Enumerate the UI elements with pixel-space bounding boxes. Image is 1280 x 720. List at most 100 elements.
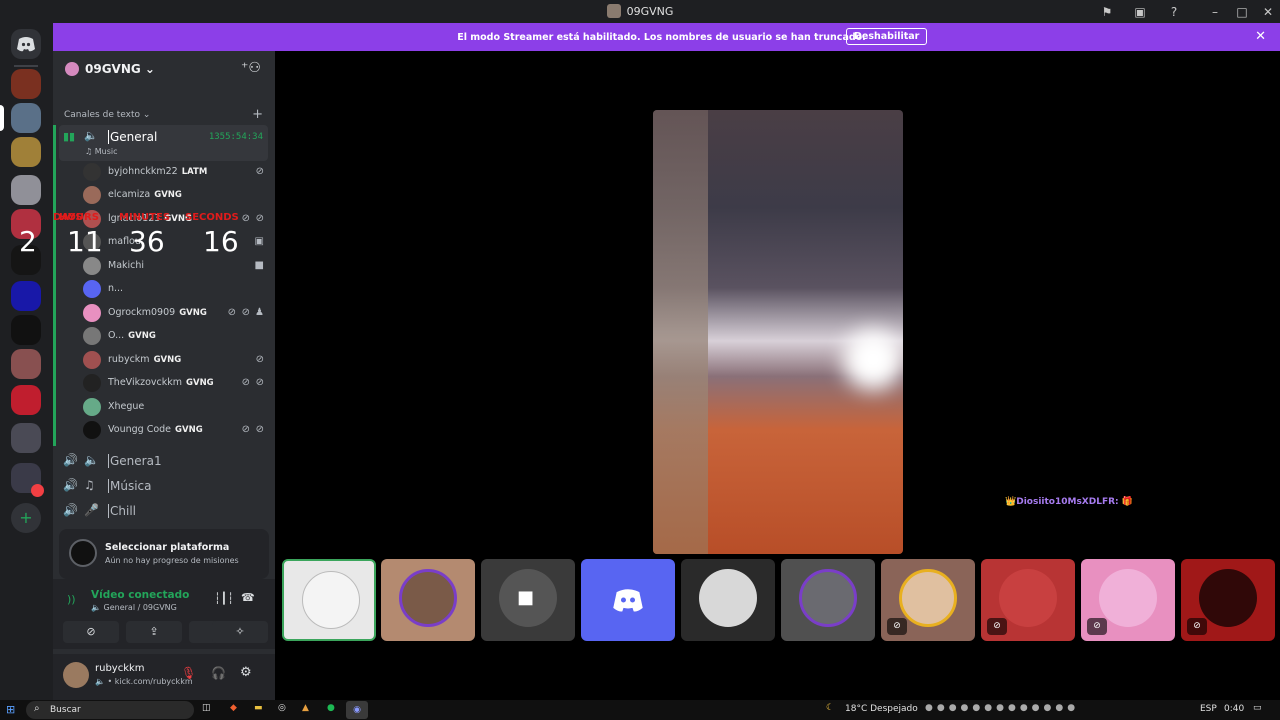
voice-user-item[interactable]: rubyckm GVNG ⊘ [83, 349, 268, 371]
avatar [83, 280, 101, 298]
muted-icon: ⊘ [255, 213, 264, 224]
participant-tile[interactable]: ⊘ [981, 559, 1075, 641]
disconnect-icon[interactable]: ☎ [241, 591, 255, 604]
server-icon[interactable] [11, 385, 41, 415]
spotify-icon[interactable]: ● [327, 703, 335, 713]
soundboard-button[interactable]: ✧ [212, 621, 268, 643]
voice-channel[interactable]: 🔊 🎤 Chill [59, 499, 268, 523]
voice-user-item[interactable]: Xhegue [83, 396, 268, 418]
connection-channel[interactable]: 🔈 General / 09GVNG [91, 603, 177, 612]
voice-channel[interactable]: 🔊 🔈 Genera1 [59, 449, 268, 473]
minimize-button[interactable]: – [1206, 3, 1224, 21]
music-icon: ♫ [84, 478, 95, 492]
server-icon[interactable] [11, 209, 41, 239]
participant-tile[interactable] [781, 559, 875, 641]
server-icon[interactable] [11, 315, 41, 345]
voice-user-item[interactable]: maflou ▣ [83, 231, 268, 253]
weather-text[interactable]: 18°C Despejado [845, 704, 918, 714]
participant-tile[interactable]: ■ [481, 559, 575, 641]
screen-share-button[interactable]: ⇪ [126, 621, 182, 643]
voice-channel[interactable]: 🔊 ♫ Música [59, 474, 268, 498]
start-icon[interactable]: ⊞ [6, 703, 15, 716]
participant-tile[interactable]: ⊘ [1181, 559, 1275, 641]
participant-tile[interactable] [381, 559, 475, 641]
avatar [899, 569, 957, 627]
voice-timer: 1355:54:34 [208, 132, 263, 142]
server-icon[interactable] [11, 175, 41, 205]
disable-streamer-button[interactable]: Deshabilitar [846, 28, 928, 45]
connection-status[interactable]: Vídeo conectado [91, 589, 189, 601]
server-icon[interactable] [11, 281, 41, 311]
mic-muted-icon[interactable]: 🎙 [181, 666, 196, 680]
server-icon-active[interactable] [11, 103, 41, 133]
flag-icon[interactable]: ⚑ [1098, 3, 1116, 21]
participant-tile[interactable]: ⊘ [1081, 559, 1175, 641]
server-name[interactable]: 09GVNG ⌄ [85, 62, 155, 76]
voice-user-item[interactable]: Makichi ■ [83, 255, 268, 277]
settings-gear-icon[interactable]: ⚙ [240, 665, 252, 680]
task-view-icon[interactable]: ◫ [202, 703, 211, 713]
participant-tile[interactable]: ⊘ [881, 559, 975, 641]
camera-off-button[interactable]: ⊘ [63, 621, 119, 643]
quest-panel[interactable]: Seleccionar plataforma Aún no hay progre… [59, 529, 269, 579]
folder-icon[interactable]: ▬ [254, 703, 263, 713]
close-window-button[interactable]: ✕ [1259, 3, 1277, 21]
search-box[interactable]: ⌕ Buscar [26, 701, 194, 719]
server-thumb-icon [606, 4, 621, 18]
discord-home-icon[interactable] [11, 29, 41, 59]
invite-people-icon[interactable]: ⁺⚇ [241, 60, 261, 76]
add-server-icon[interactable]: + [11, 503, 41, 533]
discord-logo-icon [613, 589, 643, 612]
account-name[interactable]: rubyckkm [95, 663, 145, 674]
voice-user-item[interactable]: lgnacio123 GVNG ⊘ ⊘ [83, 208, 268, 230]
noise-suppression-icon[interactable]: ┆┃┆ [214, 592, 234, 605]
close-icon[interactable]: ✕ [1255, 29, 1266, 44]
muted-icon: ⊘ [255, 377, 264, 388]
brave-icon[interactable]: ◆ [230, 703, 237, 713]
server-folder-icon[interactable] [11, 423, 41, 453]
avatar[interactable] [63, 662, 89, 688]
video-icon: ■ [254, 260, 264, 271]
avatar [399, 569, 457, 627]
category-header[interactable]: Canales de texto ⌄ [64, 110, 150, 120]
screen-share-icon[interactable]: ▣ [1131, 3, 1149, 21]
app-icon[interactable]: ◎ [278, 703, 286, 713]
headphones-icon[interactable]: 🎧 [211, 666, 226, 680]
server-header[interactable]: 09GVNG ⌄ ⁺⚇ [53, 51, 275, 87]
mic-muted-icon: ⊘ [1087, 618, 1107, 635]
participant-tile-selected[interactable] [282, 559, 376, 641]
banner-text: El modo Streamer está habilitado. Los no… [457, 32, 866, 43]
clan-tag: LATM [181, 167, 208, 177]
quest-subtitle: Aún no hay progreso de misiones [105, 556, 239, 565]
server-icon[interactable] [11, 137, 41, 167]
moon-icon: ☾ [826, 703, 835, 713]
main-video-feed[interactable] [653, 110, 903, 554]
voice-user-item[interactable]: Voungg Code GVNG ⊘ ⊘ [83, 419, 268, 441]
voice-channel-general[interactable]: ▮▮ 🔈 General ♫ Music 1355:54:34 [59, 125, 268, 161]
voice-user-item[interactable]: O... GVNG [83, 325, 268, 347]
server-icon[interactable] [11, 69, 41, 99]
server-icon[interactable] [11, 245, 41, 275]
clock[interactable]: 0:40 [1224, 704, 1244, 714]
add-channel-icon[interactable]: + [252, 107, 263, 122]
voice-user-item[interactable]: elcamiza GVNG [83, 184, 268, 206]
voice-user-item[interactable]: Ogrockm0909 GVNG ⊘ ⊘ ♟ [83, 302, 268, 324]
tray-icons[interactable]: ●●●●●●●●●●●●● [925, 703, 1079, 713]
speaker-icon: 🔊 [63, 453, 78, 467]
participant-tile[interactable] [581, 559, 675, 641]
maximize-button[interactable]: □ [1233, 3, 1251, 21]
app-icon[interactable]: ▲ [302, 703, 309, 713]
voice-user-item[interactable]: byjohnckkm22 LATM ⊘ [83, 161, 268, 183]
server-icon[interactable] [11, 349, 41, 379]
clan-tag: GVNG [153, 355, 182, 365]
participant-tile[interactable] [681, 559, 775, 641]
notifications-icon[interactable]: ▭ [1253, 703, 1262, 713]
channel-name: General [108, 130, 158, 144]
voice-user-name: Voungg Code GVNG [108, 424, 203, 435]
discord-taskbar-icon[interactable]: ◉ [346, 701, 368, 719]
voice-user-item[interactable]: TheVikzovckkm GVNG ⊘ ⊘ [83, 372, 268, 394]
clan-tag: GVNG [186, 378, 214, 388]
voice-user-item[interactable]: n... [83, 278, 268, 300]
language-indicator[interactable]: ESP [1200, 704, 1217, 714]
help-icon[interactable]: ? [1165, 3, 1183, 21]
